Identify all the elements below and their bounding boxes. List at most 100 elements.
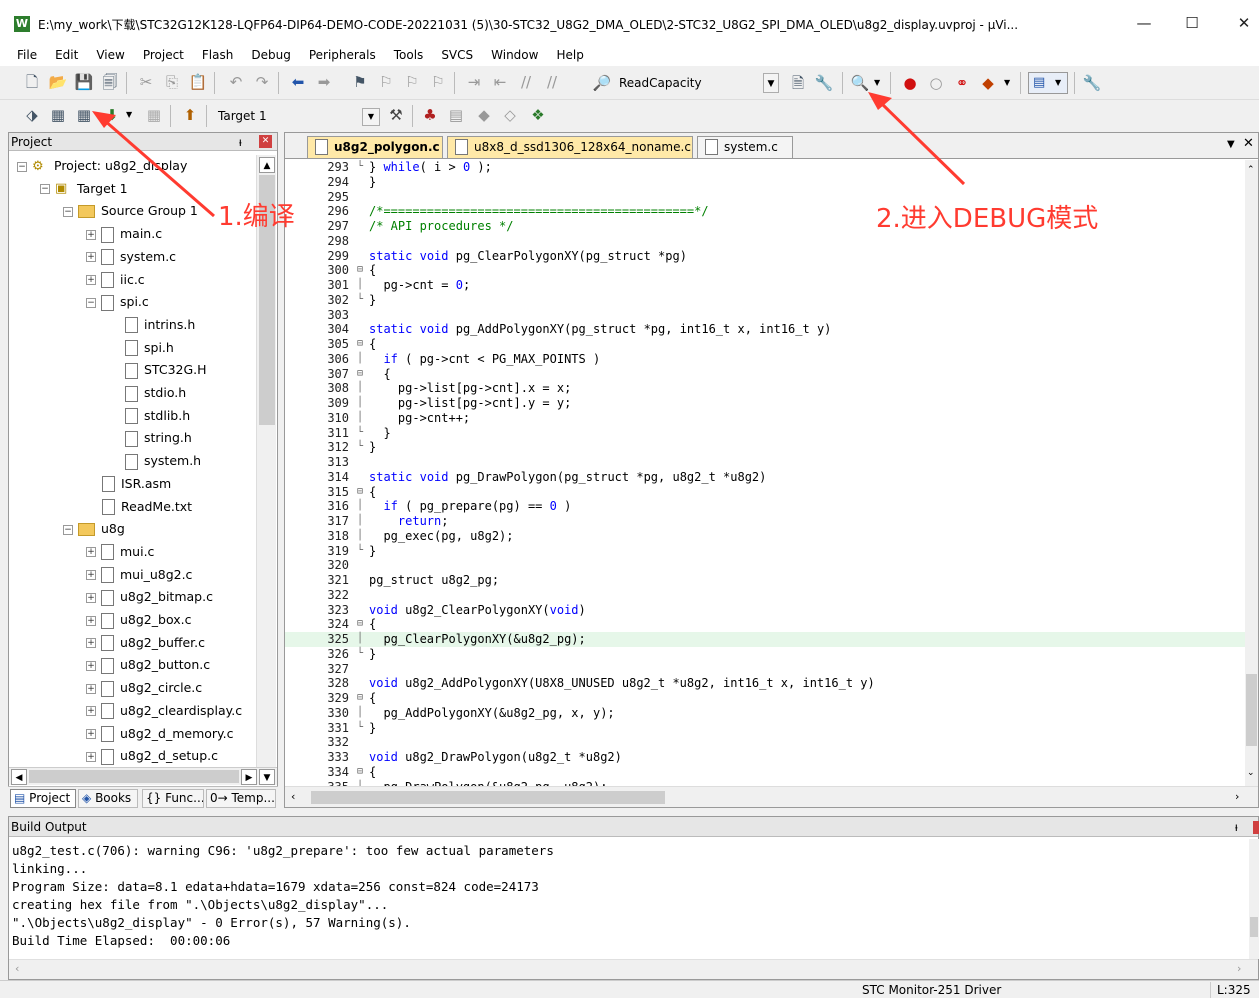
code-line[interactable]: 312 └} [285, 440, 1245, 455]
code-line[interactable]: 327 [285, 662, 1245, 677]
code-line[interactable]: 308 │ pg->list[pg->cnt].x = x; [285, 381, 1245, 396]
chevron-down-icon[interactable]: ▼ [1004, 78, 1010, 87]
code-line[interactable]: 309 │ pg->list[pg->cnt].y = y; [285, 396, 1245, 411]
build-horizontal-scrollbar[interactable]: ‹ › [9, 959, 1258, 979]
scroll-left-icon[interactable]: ‹ [291, 790, 295, 803]
target-combo[interactable]: Target 1 ▼ [214, 106, 382, 128]
code-line[interactable]: 300 ⊟ { [285, 263, 1245, 278]
code-line[interactable]: 307 ⊟ { [285, 367, 1245, 382]
next-bookmark-icon[interactable]: ⚐ [402, 72, 422, 92]
tab-u8x8-ssd1306[interactable]: u8x8_d_ssd1306_128x64_noname.c [447, 136, 693, 158]
scroll-left-icon[interactable]: ◀ [11, 769, 27, 785]
redo-icon[interactable]: ↷ [252, 72, 272, 92]
code-line[interactable]: 297/* API procedures */ [285, 219, 1245, 234]
kill-breakpoints-icon[interactable]: ⚭ [952, 73, 972, 93]
run-time-env-icon[interactable]: ❖ [528, 105, 548, 125]
code-line[interactable]: 305 ⊟ { [285, 337, 1245, 352]
tree-item[interactable]: + u8g2_button.c [86, 654, 210, 676]
collapse-icon[interactable]: − [40, 184, 50, 195]
tree-horizontal-scrollbar[interactable]: ◀ ▶ ▼ [9, 767, 277, 785]
tab-list-icon[interactable]: ▼ [1227, 139, 1235, 150]
configure-icon[interactable]: 🔧 [1082, 73, 1102, 93]
code-line[interactable]: 293 └} while( i > 0 ); [285, 160, 1245, 175]
code-line[interactable]: 310 │ pg->cnt++; [285, 411, 1245, 426]
unindent-icon[interactable]: ⇤ [490, 72, 510, 92]
rebuild-icon[interactable]: ▦ [74, 105, 94, 125]
undo-icon[interactable]: ↶ [226, 72, 246, 92]
code-line[interactable]: 330 │ pg_AddPolygonXY(&u8g2_pg, x, y); [285, 706, 1245, 721]
collapse-icon[interactable]: − [86, 297, 96, 308]
collapse-icon[interactable]: − [17, 161, 27, 172]
menu-project[interactable]: Project [132, 45, 191, 65]
comment-icon[interactable]: // [516, 72, 536, 92]
chevron-down-icon[interactable]: ▼ [362, 108, 380, 126]
select-packs-icon[interactable]: ◆ [474, 105, 494, 125]
pin-icon[interactable]: ᵼ [239, 133, 242, 151]
expand-icon[interactable]: + [86, 660, 96, 671]
new-file-icon[interactable]: 🗋 [22, 72, 42, 92]
load-icon[interactable]: ⬆ [180, 105, 200, 125]
disable-breakpoint-icon[interactable]: ○ [926, 73, 946, 93]
expand-icon[interactable]: + [86, 638, 96, 649]
code-line[interactable]: 315 ⊟ { [285, 485, 1245, 500]
scrollbar-thumb[interactable] [311, 791, 665, 804]
menu-file[interactable]: File [6, 45, 44, 65]
scrollbar-thumb[interactable] [1246, 674, 1257, 746]
code-line[interactable]: 306 │ if ( pg->cnt < PG_MAX_POINTS ) [285, 352, 1245, 367]
tree-item[interactable]: + mui_u8g2.c [86, 564, 192, 586]
manage-components-icon[interactable]: ♣ [420, 105, 440, 125]
tab-templates[interactable]: 0→ Temp... [206, 789, 276, 808]
code-line[interactable]: 302 └} [285, 293, 1245, 308]
tree-item[interactable]: ISR.asm [86, 473, 171, 495]
fold-toggle-icon[interactable]: ⊟ [355, 337, 365, 352]
scrollbar-thumb[interactable] [1250, 917, 1258, 937]
expand-icon[interactable]: + [86, 229, 96, 240]
build-vertical-scrollbar[interactable] [1249, 839, 1259, 959]
breakpoints-window-icon[interactable]: ◆ [978, 73, 998, 93]
tree-item[interactable]: + u8g2_bitmap.c [86, 586, 213, 608]
nav-forward-icon[interactable]: ➡ [314, 72, 334, 92]
expand-icon[interactable]: + [86, 570, 96, 581]
cut-icon[interactable]: ✂ [136, 72, 156, 92]
tree-item[interactable]: + u8g2_buffer.c [86, 632, 205, 654]
code-line[interactable]: 314 static void pg_DrawPolygon(pg_struct … [285, 470, 1245, 485]
pack-installer-icon[interactable]: ◇ [500, 105, 520, 125]
tree-item[interactable]: string.h [109, 427, 192, 449]
tree-item[interactable]: − Source Group 1 [63, 200, 198, 222]
expand-icon[interactable]: + [86, 683, 96, 694]
code-line[interactable]: 298 [285, 234, 1245, 249]
tab-project[interactable]: ▤ Project [10, 789, 76, 808]
fold-toggle-icon[interactable]: ⊟ [355, 485, 365, 500]
expand-icon[interactable]: + [86, 615, 96, 626]
copy-icon[interactable]: ⎘ [162, 72, 182, 92]
paste-icon[interactable]: 📋 [188, 72, 208, 92]
scroll-left-icon[interactable]: ‹ [15, 962, 19, 975]
open-file-icon[interactable]: 📂 [48, 72, 68, 92]
menu-flash[interactable]: Flash [191, 45, 240, 65]
fold-toggle-icon[interactable]: ⊟ [355, 691, 365, 706]
tree-item[interactable]: − ▣ Target 1 [40, 178, 128, 200]
tree-item[interactable]: − ⚙ Project: u8g2_display [17, 155, 187, 177]
tree-item[interactable]: + u8g2_d_setup.c [86, 745, 218, 767]
nav-back-icon[interactable]: ⬅ [288, 72, 308, 92]
build-icon[interactable]: ▦ [48, 105, 68, 125]
tab-system-c[interactable]: system.c [697, 136, 793, 158]
code-line[interactable]: 329 ⊟ { [285, 691, 1245, 706]
code-line[interactable]: 328 void u8g2_AddPolygonXY(U8X8_UNUSED u8… [285, 676, 1245, 691]
tab-functions[interactable]: {} Func... [142, 789, 204, 808]
fold-toggle-icon[interactable]: ⊟ [355, 263, 365, 278]
chevron-down-icon[interactable]: ▼ [126, 110, 132, 119]
code-line[interactable]: 301 │ pg->cnt = 0; [285, 278, 1245, 293]
tree-item[interactable]: + u8g2_circle.c [86, 677, 202, 699]
code-area[interactable]: 293 └} while( i > 0 ); 294} 295 296/*=======… [285, 160, 1245, 786]
code-line[interactable]: 326 └} [285, 647, 1245, 662]
target-options-icon[interactable]: ⚒ [386, 105, 406, 125]
close-button[interactable]: ✕ [1224, 10, 1259, 36]
minimize-button[interactable]: — [1124, 10, 1164, 36]
tree-vertical-scrollbar[interactable]: ▲ [256, 155, 276, 767]
scroll-up-icon[interactable]: ⌃ [1247, 165, 1255, 175]
close-icon[interactable] [1253, 821, 1259, 834]
code-line[interactable]: 311 └ } [285, 426, 1245, 441]
tree-item[interactable]: + u8g2_d_memory.c [86, 723, 234, 745]
code-line[interactable]: 304 static void pg_AddPolygonXY(pg_struct… [285, 322, 1245, 337]
